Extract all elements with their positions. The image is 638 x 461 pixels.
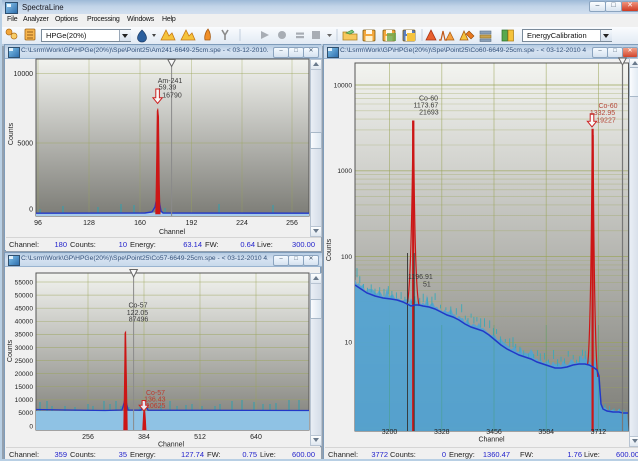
svg-text:0: 0 (29, 423, 33, 430)
svg-text:19227: 19227 (596, 117, 616, 124)
svg-text:3584: 3584 (538, 429, 554, 436)
svg-text:384: 384 (138, 434, 150, 441)
svg-text:35000: 35000 (15, 332, 34, 339)
svg-text:224: 224 (236, 220, 248, 227)
svg-text:Co-60: Co-60 (598, 103, 617, 110)
svg-text:59.39: 59.39 (159, 85, 177, 92)
svg-text:128: 128 (83, 220, 95, 227)
svg-text:Channel: Channel (478, 437, 505, 444)
svg-text:3328: 3328 (434, 429, 450, 436)
svg-text:192: 192 (186, 220, 198, 227)
svg-text:96: 96 (34, 220, 42, 227)
svg-text:1196.91: 1196.91 (408, 274, 433, 281)
svg-text:51: 51 (423, 282, 431, 289)
svg-text:1332.95: 1332.95 (590, 110, 615, 117)
svg-text:3456: 3456 (486, 429, 502, 436)
svg-text:50000: 50000 (15, 292, 34, 299)
svg-text:10000: 10000 (14, 71, 34, 78)
svg-text:21693: 21693 (419, 109, 439, 116)
svg-text:55000: 55000 (15, 279, 34, 286)
svg-text:87496: 87496 (129, 317, 149, 324)
svg-text:Channel: Channel (159, 229, 186, 236)
svg-text:512: 512 (194, 434, 206, 441)
svg-text:25000: 25000 (15, 358, 34, 365)
svg-text:10625: 10625 (146, 403, 166, 410)
svg-text:15000: 15000 (15, 384, 34, 391)
svg-text:40000: 40000 (15, 319, 34, 326)
svg-text:1173.67: 1173.67 (414, 102, 439, 109)
svg-text:640: 640 (250, 434, 262, 441)
svg-text:3712: 3712 (591, 429, 607, 436)
svg-text:5000: 5000 (18, 410, 33, 417)
svg-text:Co-57: Co-57 (128, 303, 147, 310)
svg-text:256: 256 (82, 434, 94, 441)
svg-text:10000: 10000 (334, 82, 353, 89)
svg-text:Counts: Counts (7, 339, 14, 362)
svg-text:1000: 1000 (337, 168, 352, 175)
svg-text:256: 256 (286, 220, 298, 227)
svg-text:Counts: Counts (8, 122, 15, 145)
svg-text:30000: 30000 (15, 345, 34, 352)
svg-text:10000: 10000 (15, 397, 34, 404)
svg-text:100: 100 (341, 254, 352, 261)
svg-text:Counts: Counts (326, 238, 333, 261)
svg-text:0: 0 (29, 207, 33, 214)
svg-text:20000: 20000 (15, 371, 34, 378)
svg-text:160: 160 (134, 220, 146, 227)
svg-text:3200: 3200 (382, 429, 398, 436)
svg-text:10: 10 (345, 340, 353, 347)
svg-text:45000: 45000 (15, 306, 34, 313)
svg-text:5000: 5000 (17, 141, 33, 148)
svg-text:16790: 16790 (162, 92, 182, 99)
